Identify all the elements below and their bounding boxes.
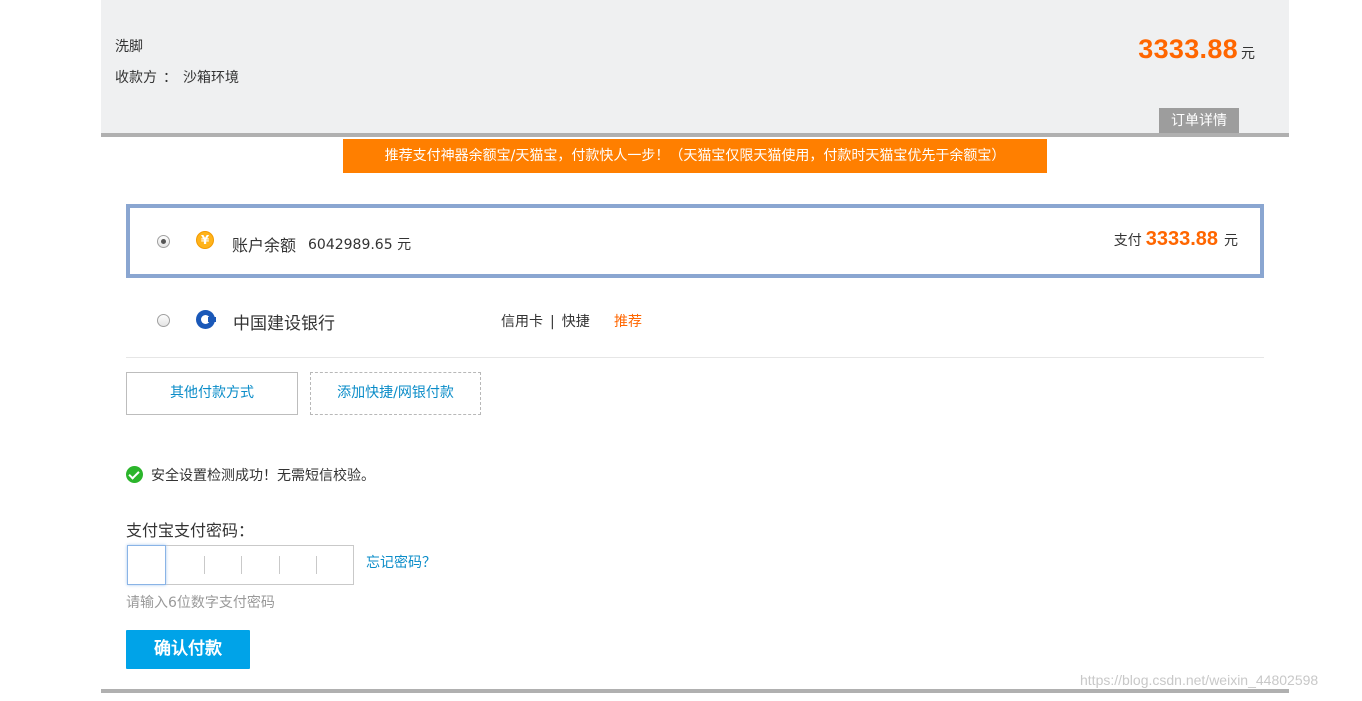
payee-name: 沙箱环境: [183, 70, 239, 86]
payee-label: 收款方: [115, 70, 157, 86]
pay-amount-value: 3333.88: [1145, 228, 1218, 250]
balance-amount: 6042989.65 元: [308, 237, 412, 253]
order-amount: 3333.88 元: [1138, 34, 1255, 65]
other-payment-methods-button[interactable]: 其他付款方式: [126, 372, 298, 415]
pay-amount-unit: 元: [1224, 233, 1238, 249]
bank-type-credit: 信用卡: [501, 314, 543, 330]
order-amount-value: 3333.88: [1138, 34, 1238, 64]
password-cursor-cell[interactable]: [127, 545, 166, 585]
order-name: 洗脚: [115, 39, 143, 55]
add-quick-payment-button[interactable]: 添加快捷/网银付款: [310, 372, 481, 415]
ccb-bank-icon: [196, 310, 216, 329]
password-hint: 请输入6位数字支付密码: [126, 595, 275, 611]
bank-card-types: 信用卡 | 快捷: [501, 311, 590, 331]
pay-label: 支付: [1113, 233, 1142, 249]
password-cell-divider: [279, 556, 280, 574]
forgot-password-link[interactable]: 忘记密码？: [366, 552, 436, 572]
payment-option-bank[interactable]: 中国建设银行 信用卡 | 快捷 推荐: [126, 287, 1264, 358]
page-margin-right: [1289, 0, 1362, 701]
order-detail-tab[interactable]: 订单详情: [1159, 108, 1239, 135]
check-circle-icon: [126, 466, 143, 483]
bank-recommend-badge: 推荐: [614, 314, 642, 330]
bank-type-quick: 快捷: [561, 314, 590, 330]
security-check-message: 安全设置检测成功！无需短信校验。: [151, 468, 375, 484]
order-amount-unit: 元: [1241, 46, 1255, 62]
password-cell-divider: [241, 556, 242, 574]
payment-panel: 推荐支付神器余额宝/天猫宝，付款快人一步！（天猫宝仅限天猫使用，付款时天猫宝优先…: [101, 133, 1289, 691]
bank-name: 中国建设银行: [233, 314, 335, 334]
balance-label: 账户余额: [232, 236, 297, 255]
password-cell-divider: [204, 556, 205, 574]
yen-icon: ¥: [196, 231, 214, 249]
payment-option-balance[interactable]: ¥ 账户余额 6042989.65 元 支付 3333.88 元: [126, 204, 1264, 278]
balance-radio[interactable]: [157, 235, 170, 248]
panel-bottom-border: [101, 689, 1289, 693]
password-input[interactable]: [127, 545, 354, 585]
bank-type-separator: |: [550, 314, 555, 330]
bank-radio[interactable]: [157, 314, 170, 327]
page-margin-left: [0, 0, 101, 701]
confirm-payment-button[interactable]: 确认付款: [126, 630, 250, 669]
password-label: 支付宝支付密码：: [126, 521, 255, 540]
promo-banner: 推荐支付神器余额宝/天猫宝，付款快人一步！（天猫宝仅限天猫使用，付款时天猫宝优先…: [343, 139, 1047, 173]
password-cell-divider: [316, 556, 317, 574]
payee-separator: ：: [163, 70, 177, 86]
pay-amount-info: 支付 3333.88 元: [1114, 228, 1238, 251]
watermark: https://blog.csdn.net/weixin_44802598: [1080, 672, 1319, 688]
order-summary: 洗脚 收款方 ： 沙箱环境 3333.88 元 订单详情: [101, 0, 1289, 135]
payee-info: 收款方 ： 沙箱环境: [115, 67, 239, 87]
